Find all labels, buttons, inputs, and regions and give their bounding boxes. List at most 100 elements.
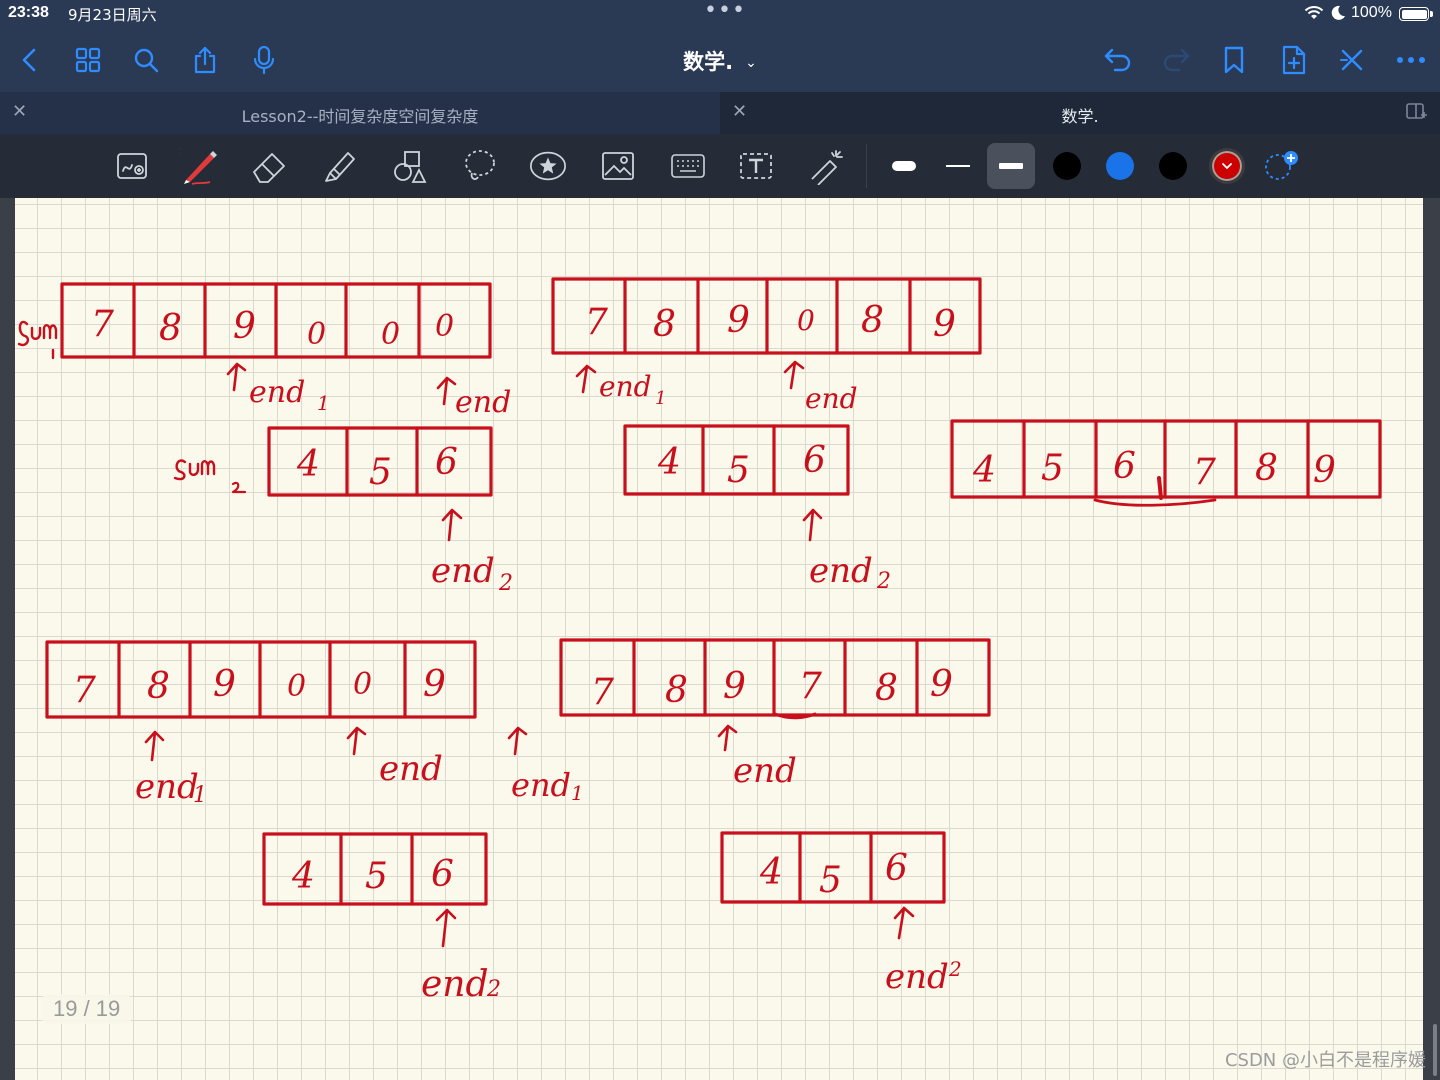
status-time: 23:38 bbox=[8, 4, 49, 21]
add-color-icon[interactable] bbox=[1264, 150, 1298, 180]
label-end1: end bbox=[135, 767, 199, 807]
label-end2: end bbox=[809, 551, 873, 591]
cell-digit: 5 bbox=[727, 450, 750, 491]
chevron-down-icon: ⌄ bbox=[745, 55, 757, 71]
cell-digit: 6 bbox=[803, 440, 826, 481]
battery-icon bbox=[1399, 7, 1433, 21]
cell-digit: 4 bbox=[657, 442, 681, 483]
cell-digit: 0 bbox=[797, 304, 815, 337]
tab-lesson2[interactable]: ✕ Lesson2--时间复杂度空间复杂度 bbox=[0, 92, 720, 134]
tab-label: Lesson2--时间复杂度空间复杂度 bbox=[241, 107, 479, 126]
redo-icon[interactable] bbox=[1158, 42, 1194, 78]
drawing-toolbar: ᛒ bbox=[0, 134, 1440, 198]
cell-digit: 7 bbox=[799, 666, 822, 707]
cell-digit: 9 bbox=[723, 666, 746, 707]
page-area[interactable]: 7 8 9 0 0 0 end 1 end 4 5 6 end 2 7 8 9 … bbox=[0, 198, 1440, 1080]
more-icon[interactable] bbox=[1393, 42, 1429, 78]
laser-pointer-icon[interactable] bbox=[806, 146, 846, 186]
subscript: 1 bbox=[193, 783, 207, 808]
cell-digit: 7 bbox=[91, 304, 114, 345]
shapes-icon[interactable] bbox=[390, 146, 430, 186]
tab-math[interactable]: ✕ 数学. bbox=[720, 92, 1440, 134]
label-end: end bbox=[379, 749, 443, 789]
page-counter: 19 / 19 bbox=[41, 994, 133, 1024]
subscript: 2 bbox=[948, 957, 962, 981]
cell-digit: 9 bbox=[930, 664, 953, 705]
cell-digit: 4 bbox=[296, 444, 320, 485]
split-view-icon[interactable] bbox=[1406, 103, 1428, 125]
tab-bar: ✕ Lesson2--时间复杂度空间复杂度 ✕ 数学. bbox=[0, 92, 1440, 134]
cell-digit: 4 bbox=[759, 852, 783, 893]
stroke-medium-selected[interactable] bbox=[987, 143, 1035, 189]
cell-digit: 9 bbox=[233, 306, 256, 347]
wifi-icon bbox=[1304, 5, 1324, 25]
highlighter-icon[interactable] bbox=[320, 146, 360, 186]
tab-label: 数学. bbox=[1061, 107, 1099, 126]
subscript: 1 bbox=[571, 781, 584, 805]
label-end1: end bbox=[249, 375, 305, 410]
navigation-bar: 数学. ⌄ bbox=[0, 30, 1440, 92]
subscript: 2 bbox=[876, 569, 891, 594]
cell-digit: 7 bbox=[73, 670, 96, 711]
eraser-icon[interactable] bbox=[250, 146, 290, 186]
sticker-icon[interactable] bbox=[528, 146, 568, 186]
close-icon[interactable] bbox=[1334, 42, 1370, 78]
notebook-page[interactable]: 7 8 9 0 0 0 end 1 end 4 5 6 end 2 7 8 9 … bbox=[15, 198, 1423, 1080]
pen-icon[interactable]: ᛒ bbox=[180, 146, 220, 186]
cell-digit: 8 bbox=[159, 308, 182, 349]
subscript: 2 bbox=[486, 977, 501, 1002]
moon-icon bbox=[1330, 5, 1346, 25]
status-bar: 23:38 9月23日周六 ••• 100% bbox=[0, 0, 1440, 30]
label-end1: end bbox=[599, 370, 652, 403]
undo-icon[interactable] bbox=[1100, 42, 1136, 78]
cell-digit: 9 bbox=[727, 300, 750, 341]
stroke-thin[interactable] bbox=[934, 143, 982, 189]
label-end: end bbox=[455, 385, 511, 420]
scrollbar[interactable] bbox=[1433, 1024, 1437, 1076]
cell-digit: 0 bbox=[353, 667, 372, 702]
add-page-icon[interactable] bbox=[1276, 42, 1312, 78]
color-blue[interactable] bbox=[1106, 152, 1134, 180]
cell-digit: 5 bbox=[1041, 448, 1064, 489]
text-box-icon[interactable] bbox=[736, 146, 776, 186]
cell-digit: 8 bbox=[653, 304, 676, 345]
cell-digit: 0 bbox=[307, 317, 326, 352]
color-red-selected[interactable] bbox=[1209, 148, 1245, 184]
cell-digit: 4 bbox=[972, 450, 996, 491]
cell-digit: 6 bbox=[1113, 446, 1136, 487]
cell-digit: 9 bbox=[1313, 450, 1336, 491]
cell-digit: 7 bbox=[591, 672, 614, 713]
svg-text:ᛒ: ᛒ bbox=[180, 146, 182, 158]
subscript: 2 bbox=[498, 571, 513, 596]
toolbar-divider bbox=[866, 144, 867, 188]
cell-digit: 7 bbox=[1193, 452, 1216, 493]
image-icon[interactable] bbox=[598, 146, 638, 186]
lasso-icon[interactable] bbox=[460, 146, 500, 186]
cell-digit: 8 bbox=[147, 666, 170, 707]
cell-digit: 6 bbox=[431, 854, 454, 895]
lasso-zoom-icon[interactable] bbox=[113, 146, 153, 186]
bookmark-icon[interactable] bbox=[1216, 42, 1252, 78]
watermark: CSDN @小白不是程序媛 bbox=[1224, 1050, 1426, 1071]
cell-digit: 8 bbox=[875, 668, 898, 709]
battery-percentage: 100% bbox=[1351, 4, 1392, 21]
cell-digit: 9 bbox=[933, 304, 956, 345]
cell-digit: 6 bbox=[885, 848, 908, 889]
color-black[interactable] bbox=[1053, 152, 1081, 180]
cell-digit: 0 bbox=[435, 309, 454, 344]
label-end2: end bbox=[885, 957, 949, 997]
multitasking-dots-icon[interactable]: ••• bbox=[704, 0, 746, 23]
label-end1: end bbox=[511, 766, 571, 804]
cell-digit: 4 bbox=[291, 856, 315, 897]
label-end: end bbox=[733, 751, 797, 791]
stroke-thin-rounded[interactable] bbox=[880, 143, 928, 189]
subscript: 1 bbox=[317, 391, 330, 415]
status-date: 9月23日周六 bbox=[68, 6, 157, 24]
keyboard-icon[interactable] bbox=[668, 146, 708, 186]
cell-digit: 8 bbox=[1255, 448, 1278, 489]
cell-digit: 8 bbox=[861, 300, 884, 341]
label-end: end bbox=[805, 382, 858, 415]
notebook-title-text: 数学. bbox=[683, 50, 734, 74]
cell-digit: 8 bbox=[665, 670, 688, 711]
color-black-2[interactable] bbox=[1159, 152, 1187, 180]
